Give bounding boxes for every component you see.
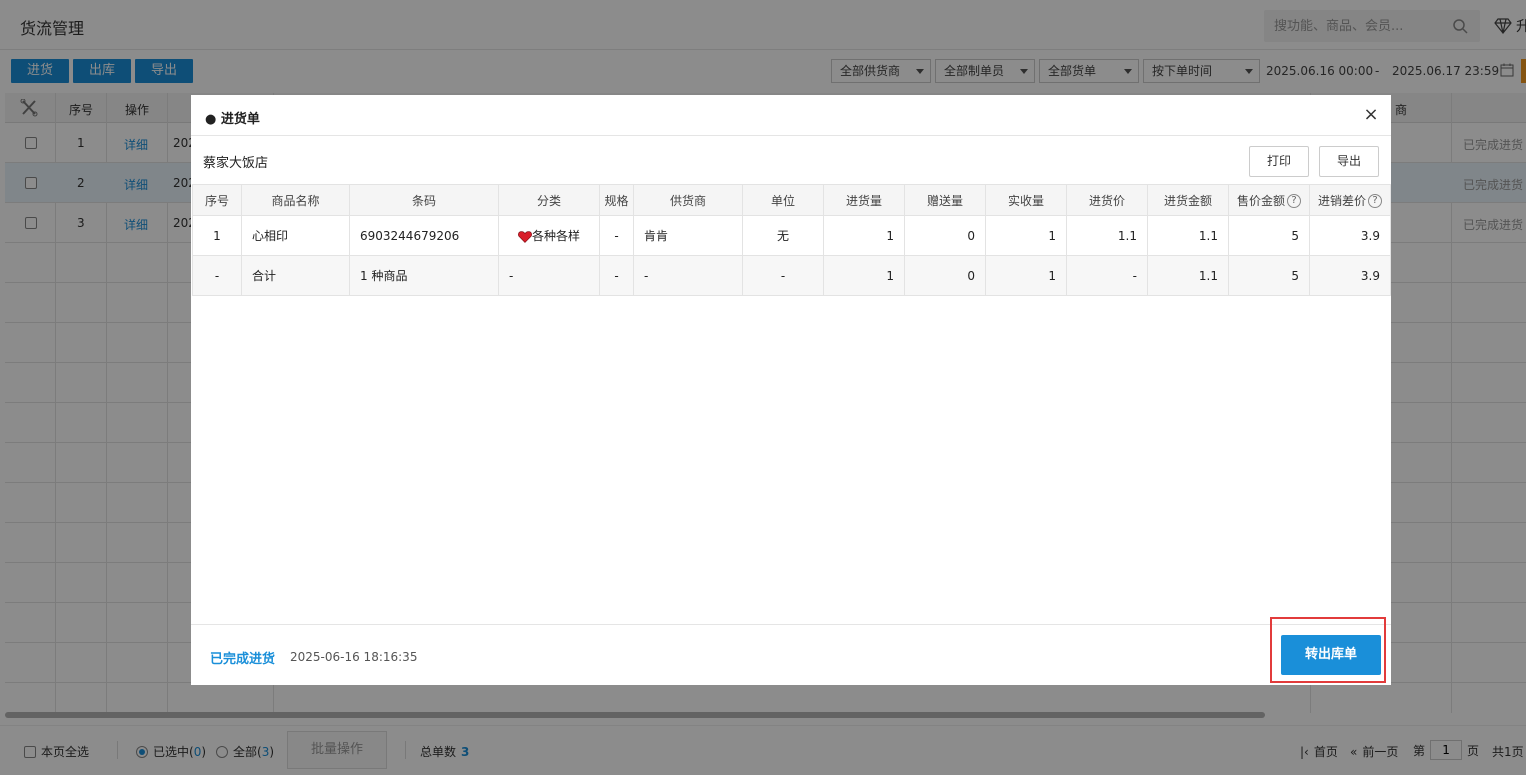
cell-qty: 1 [823,215,905,256]
help-icon[interactable]: ? [1287,194,1301,208]
cell-supplier: - [633,255,743,296]
modal-header: ● 进货单 × [191,95,1391,136]
col-unit: 单位 [742,184,824,216]
cell-category: 各种各样 [498,215,600,256]
cell-margin: 3.9 [1309,255,1391,296]
cell-barcode: 1 种商品 [349,255,499,296]
col-name: 商品名称 [241,184,350,216]
col-no: 序号 [192,184,242,216]
col-received: 实收量 [985,184,1067,216]
cell-unit: 无 [742,215,824,256]
cell-price: - [1066,255,1148,296]
cell-no: - [192,255,242,296]
order-status: 已完成进货 [210,652,276,667]
cell-margin: 3.9 [1309,215,1391,256]
cell-supplier: 肯肯 [633,215,743,256]
table-header-row: 序号 商品名称 条码 分类 规格 供货商 单位 进货量 赠送量 实收量 进货价 … [192,184,1391,216]
print-button[interactable]: 打印 [1249,146,1309,177]
col-qty: 进货量 [823,184,905,216]
cell-spec: - [599,255,634,296]
col-barcode: 条码 [349,184,499,216]
cell-category: - [498,255,600,296]
col-price: 进货价 [1066,184,1148,216]
order-timestamp: 2025-06-16 18:16:35 [290,650,418,664]
cell-price: 1.1 [1066,215,1148,256]
close-icon[interactable]: × [1361,105,1381,125]
col-sale-amount: 售价金额? [1228,184,1310,216]
cell-sale-amount: 5 [1228,215,1310,256]
col-margin: 进销差价? [1309,184,1391,216]
heart-icon [518,230,532,243]
cell-gift: 0 [904,255,986,296]
modal-footer: 已完成进货 2025-06-16 18:16:35 转出库单 [191,617,1391,685]
cell-no: 1 [192,215,242,256]
col-gift: 赠送量 [904,184,986,216]
table-row: 1 心相印 6903244679206 各种各样 - 肯肯 无 1 0 1 1.… [192,215,1391,256]
category-label: 各种各样 [531,229,580,243]
cell-name: 合计 [241,255,350,296]
col-category: 分类 [498,184,600,216]
modal-title: ● 进货单 [205,112,260,127]
modal-export-button[interactable]: 导出 [1319,146,1379,177]
cell-barcode: 6903244679206 [349,215,499,256]
col-sale-amount-label: 售价金额 [1236,193,1285,208]
col-margin-label: 进销差价 [1317,193,1366,208]
cell-received: 1 [985,255,1067,296]
cell-qty: 1 [823,255,905,296]
col-amount: 进货金额 [1147,184,1229,216]
purchase-order-modal: ● 进货单 × 蔡家大饭店 打印 导出 序号 商品名称 条码 分类 规格 供货商… [191,95,1391,685]
cell-unit: - [742,255,824,296]
total-row: - 合计 1 种商品 - - - - 1 0 1 - 1.1 5 3.9 [192,255,1391,296]
col-spec: 规格 [599,184,634,216]
cell-amount: 1.1 [1147,215,1229,256]
col-supplier: 供货商 [633,184,743,216]
cell-received: 1 [985,215,1067,256]
order-items-table: 序号 商品名称 条码 分类 规格 供货商 单位 进货量 赠送量 实收量 进货价 … [192,184,1391,296]
help-icon[interactable]: ? [1368,194,1382,208]
convert-to-outbound-button[interactable]: 转出库单 [1281,635,1381,675]
cell-gift: 0 [904,215,986,256]
cell-sale-amount: 5 [1228,255,1310,296]
cell-spec: - [599,215,634,256]
cell-name: 心相印 [241,215,350,256]
cell-amount: 1.1 [1147,255,1229,296]
store-name: 蔡家大饭店 [203,156,269,171]
